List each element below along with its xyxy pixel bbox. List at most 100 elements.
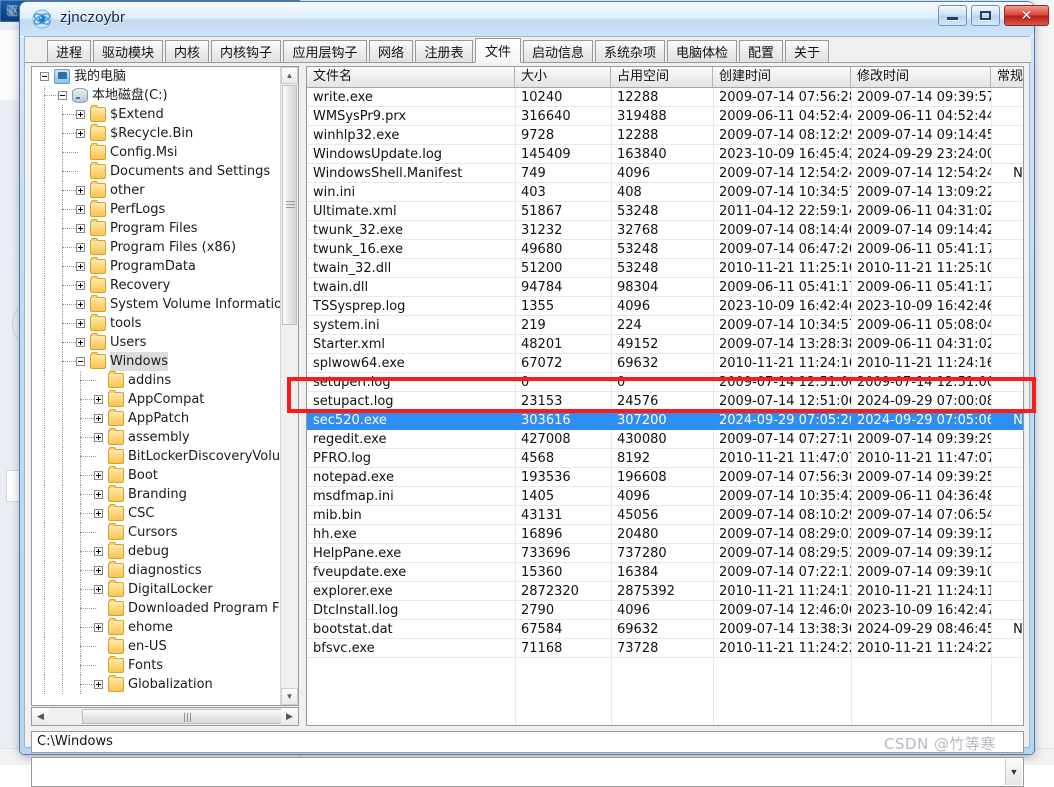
expand-icon[interactable] — [76, 338, 85, 347]
tree-node-12[interactable]: System Volume Informatio — [32, 295, 281, 314]
tree-node-29[interactable]: ehome — [32, 618, 281, 637]
expand-icon[interactable] — [76, 243, 85, 252]
expand-icon[interactable] — [94, 490, 103, 499]
title-bar[interactable]: zjnczoybr ✕ — [20, 2, 1049, 37]
table-row[interactable]: winhlp32.exe 9728 12288 2009-07-14 08:12:29… — [307, 126, 1023, 145]
expand-icon[interactable] — [76, 186, 85, 195]
table-row[interactable]: hh.exe 16896 20480 2009-07-14 08:29:03 2009-… — [307, 525, 1023, 544]
table-row[interactable]: win.ini 403 408 2009-07-14 10:34:57 2009-07-… — [307, 183, 1023, 202]
tree-scroll-thumb[interactable] — [282, 85, 297, 325]
table-row[interactable]: Starter.xml 48201 49152 2009-07-14 13:28:38… — [307, 335, 1023, 354]
current-path-field[interactable]: C:\Windows — [31, 731, 1024, 753]
tree-node-21[interactable]: Boot — [32, 466, 281, 485]
table-row[interactable]: setupact.log 23153 24576 2009-07-14 12:51:0… — [307, 392, 1023, 411]
tree-vertical-scrollbar[interactable]: ▲ ▼ — [280, 67, 298, 705]
tree-node-13[interactable]: tools — [32, 314, 281, 333]
file-list-panel[interactable]: 文件名大小占用空间创建时间修改时间常规... write.exe 10240 122… — [306, 66, 1024, 726]
tree-node-31[interactable]: Fonts — [32, 656, 281, 675]
table-row[interactable]: fveupdate.exe 15360 16384 2009-07-14 07:22:… — [307, 563, 1023, 582]
tree-hscroll-thumb[interactable] — [82, 709, 296, 724]
tree-horizontal-scrollbar[interactable]: ◀ ▶ — [31, 707, 299, 726]
expand-icon[interactable] — [94, 680, 103, 689]
minimize-button[interactable] — [938, 5, 967, 26]
table-row[interactable]: notepad.exe 193536 196608 2009-07-14 07:56:… — [307, 468, 1023, 487]
tree-node-32[interactable]: Globalization — [32, 675, 281, 694]
table-row[interactable]: PFRO.log 4568 8192 2010-11-21 11:47:07 2010-… — [307, 449, 1023, 468]
table-row[interactable]: WMSysPr9.prx 316640 319488 2009-06-11 04:52… — [307, 107, 1023, 126]
tree-node-24[interactable]: Cursors — [32, 523, 281, 542]
tab-5[interactable]: 网络 — [369, 40, 413, 62]
expand-icon[interactable] — [94, 433, 103, 442]
table-row[interactable]: mib.bin 43131 45056 2009-07-14 08:10:29 2009… — [307, 506, 1023, 525]
file-list-body[interactable]: write.exe 10240 12288 2009-07-14 07:56:28 20… — [307, 88, 1023, 725]
tree-scroll-up-icon[interactable]: ▲ — [281, 67, 298, 84]
tab-8[interactable]: 启动信息 — [523, 40, 593, 62]
collapse-icon[interactable] — [40, 72, 49, 81]
table-row[interactable]: WindowsShell.Manifest 749 4096 2009-07-14 1… — [307, 164, 1023, 183]
tree-node-11[interactable]: Recovery — [32, 276, 281, 295]
tree-node-2[interactable]: $Extend — [32, 105, 281, 124]
tree-node-10[interactable]: ProgramData — [32, 257, 281, 276]
tree-node-20[interactable]: BitLockerDiscoveryVolu — [32, 447, 281, 466]
tree-node-18[interactable]: AppPatch — [32, 409, 281, 428]
expand-icon[interactable] — [94, 471, 103, 480]
table-row[interactable]: Ultimate.xml 51867 53248 2011-04-12 22:59:1… — [307, 202, 1023, 221]
expand-icon[interactable] — [76, 281, 85, 290]
tree-node-0[interactable]: 我的电脑 — [32, 67, 281, 86]
chevron-down-icon[interactable]: ▼ — [1005, 759, 1022, 785]
expand-icon[interactable] — [76, 319, 85, 328]
tab-12[interactable]: 关于 — [785, 40, 829, 62]
tree-node-19[interactable]: assembly — [32, 428, 281, 447]
table-row[interactable]: setuperr.log 0 0 2009-07-14 12:51:00 2009-07… — [307, 373, 1023, 392]
table-row[interactable]: TSSysprep.log 1355 4096 2023-10-09 16:42:46… — [307, 297, 1023, 316]
table-row[interactable]: regedit.exe 427008 430080 2009-07-14 07:27:… — [307, 430, 1023, 449]
table-row[interactable]: HelpPane.exe 733696 737280 2009-07-14 08:29… — [307, 544, 1023, 563]
table-row[interactable]: twunk_16.exe 49680 53248 2009-07-14 06:47:2… — [307, 240, 1023, 259]
expand-icon[interactable] — [94, 623, 103, 632]
tab-11[interactable]: 配置 — [739, 40, 783, 62]
table-row[interactable]: DtcInstall.log 2790 4096 2009-07-14 12:46:0… — [307, 601, 1023, 620]
tab-4[interactable]: 应用层钩子 — [283, 40, 367, 62]
expand-icon[interactable] — [76, 224, 85, 233]
tab-6[interactable]: 注册表 — [415, 40, 473, 62]
tree-node-3[interactable]: $Recycle.Bin — [32, 124, 281, 143]
tab-2[interactable]: 内核 — [165, 40, 209, 62]
expand-icon[interactable] — [94, 547, 103, 556]
column-header-5[interactable]: 常规... — [991, 67, 1023, 87]
expand-icon[interactable] — [94, 509, 103, 518]
table-row-selected[interactable]: sec520.exe 303616 307200 2024-09-29 07:05:2… — [307, 411, 1023, 430]
table-row[interactable]: msdfmap.ini 1405 4096 2009-07-14 10:35:42 20… — [307, 487, 1023, 506]
tab-0[interactable]: 进程 — [47, 40, 91, 62]
column-header-0[interactable]: 文件名 — [307, 67, 515, 87]
tree-node-25[interactable]: debug — [32, 542, 281, 561]
expand-icon[interactable] — [94, 585, 103, 594]
tab-1[interactable]: 驱动模块 — [93, 40, 163, 62]
column-header-3[interactable]: 创建时间 — [713, 67, 851, 87]
expand-icon[interactable] — [76, 300, 85, 309]
expand-icon[interactable] — [76, 129, 85, 138]
tree-scroll-down-icon[interactable]: ▼ — [281, 688, 298, 705]
folder-tree-panel[interactable]: 我的电脑 本地磁盘(C:) $Extend $Recycle.Bin Config.Ms… — [31, 66, 299, 706]
tree-node-22[interactable]: Branding — [32, 485, 281, 504]
tab-10[interactable]: 电脑体检 — [667, 40, 737, 62]
table-row[interactable]: explorer.exe 2872320 2875392 2010-11-21 11:… — [307, 582, 1023, 601]
tab-7[interactable]: 文件 — [475, 38, 521, 63]
tree-node-1[interactable]: 本地磁盘(C:) — [32, 86, 281, 105]
table-row[interactable]: write.exe 10240 12288 2009-07-14 07:56:28 20… — [307, 88, 1023, 107]
tree-node-5[interactable]: Documents and Settings — [32, 162, 281, 181]
table-row[interactable]: splwow64.exe 67072 69632 2010-11-21 11:24:1… — [307, 354, 1023, 373]
tree-node-7[interactable]: PerfLogs — [32, 200, 281, 219]
tree-scroll-right-icon[interactable]: ▶ — [281, 708, 298, 725]
close-button[interactable]: ✕ — [1004, 5, 1049, 26]
tree-node-23[interactable]: CSC — [32, 504, 281, 523]
collapse-icon[interactable] — [58, 91, 67, 100]
table-row[interactable]: twain.dll 94784 98304 2009-06-11 05:41:17 20… — [307, 278, 1023, 297]
tree-node-8[interactable]: Program Files — [32, 219, 281, 238]
folder-tree-viewport[interactable]: 我的电脑 本地磁盘(C:) $Extend $Recycle.Bin Config.Ms… — [32, 67, 281, 705]
file-list-header[interactable]: 文件名大小占用空间创建时间修改时间常规... — [307, 67, 1023, 88]
log-output-box[interactable]: ▼ — [31, 757, 1024, 787]
expand-icon[interactable] — [94, 395, 103, 404]
table-row[interactable]: twain_32.dll 51200 53248 2010-11-21 11:25:1… — [307, 259, 1023, 278]
expand-icon[interactable] — [76, 205, 85, 214]
tree-node-16[interactable]: addins — [32, 371, 281, 390]
